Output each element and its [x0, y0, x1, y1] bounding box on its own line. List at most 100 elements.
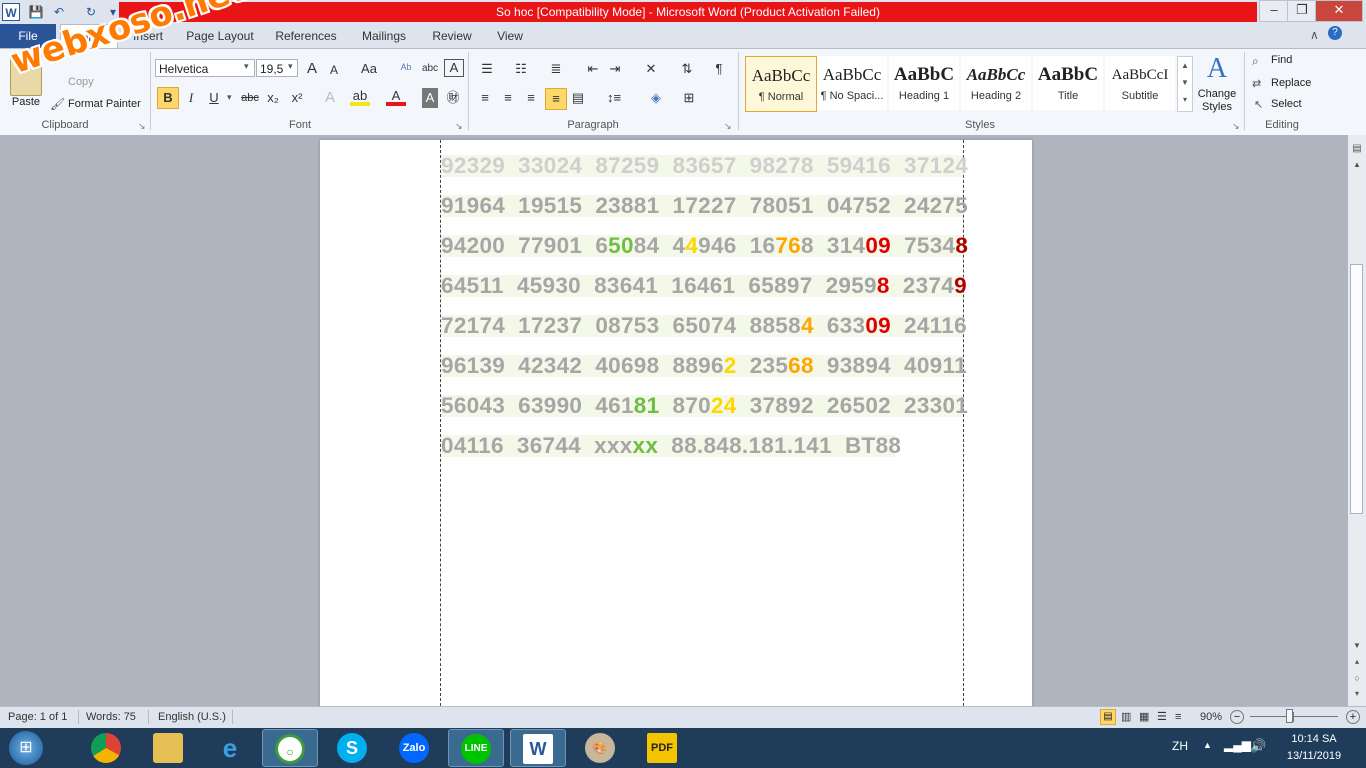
- undo-icon[interactable]: ↶: [50, 3, 68, 21]
- change-styles-icon[interactable]: A: [1199, 54, 1235, 84]
- taskbar-coccoc[interactable]: ○: [262, 729, 318, 767]
- character-shading-icon[interactable]: A: [422, 88, 438, 108]
- number-row[interactable]: 92329 33024 87259 83657 98278 59416 3712…: [441, 146, 968, 186]
- number-row[interactable]: 56043 63990 46181 87024 37892 26502 2330…: [441, 386, 968, 426]
- shrink-font-icon[interactable]: A: [325, 60, 343, 80]
- bold-button[interactable]: B: [157, 87, 179, 109]
- restore-button[interactable]: ❐: [1287, 0, 1317, 22]
- zoom-out-icon[interactable]: −: [1230, 710, 1244, 724]
- browse-object-icon[interactable]: ○: [1350, 673, 1364, 683]
- taskbar-line[interactable]: LINE: [448, 729, 504, 767]
- strikethrough-button[interactable]: abc: [239, 88, 261, 108]
- font-launcher-icon[interactable]: ↘: [455, 121, 463, 132]
- zoom-in-icon[interactable]: +: [1346, 710, 1360, 724]
- format-painter-button[interactable]: Format Painter: [68, 98, 141, 110]
- highlight-icon[interactable]: ab: [350, 86, 370, 106]
- style-no-spacing[interactable]: AaBbCc ¶ No Spaci...: [817, 56, 887, 110]
- ruler-toggle-icon[interactable]: ▤: [1350, 143, 1364, 157]
- decrease-indent-icon[interactable]: ⇤: [584, 59, 602, 79]
- distributed-icon[interactable]: ▤: [569, 88, 587, 108]
- styles-scroll-icon[interactable]: ▲ ▼ ▾: [1177, 56, 1193, 112]
- previous-page-icon[interactable]: ▴: [1350, 657, 1364, 666]
- show-hidden-icons-icon[interactable]: ▲: [1203, 740, 1212, 750]
- number-row[interactable]: 96139 42342 40698 88962 23568 93894 4091…: [441, 346, 967, 386]
- taskbar-word[interactable]: W: [510, 729, 566, 767]
- clear-formatting-icon[interactable]: ᴬᵇ: [396, 59, 416, 79]
- increase-indent-icon[interactable]: ⇥: [606, 59, 624, 79]
- number-row[interactable]: 94200 77901 65084 44946 16768 31409 7534…: [441, 226, 968, 266]
- zoom-level[interactable]: 90%: [1200, 706, 1222, 728]
- minimize-ribbon-icon[interactable]: ∧: [1310, 28, 1319, 42]
- tab-review[interactable]: Review: [426, 24, 478, 48]
- italic-button[interactable]: I: [182, 88, 200, 108]
- align-center-icon[interactable]: ≡: [499, 88, 517, 108]
- word-count[interactable]: Words: 75: [86, 706, 136, 728]
- bullets-icon[interactable]: ☰: [476, 59, 498, 79]
- language-indicator[interactable]: English (U.S.): [158, 706, 226, 728]
- styles-launcher-icon[interactable]: ↘: [1232, 121, 1240, 132]
- taskbar-chrome-beta[interactable]: [78, 729, 134, 767]
- select-icon[interactable]: ↖: [1254, 98, 1263, 111]
- draft-view-icon[interactable]: ≡: [1175, 706, 1181, 728]
- sort-icon[interactable]: ⇅: [678, 59, 696, 79]
- select-button[interactable]: Select: [1271, 98, 1302, 110]
- help-icon[interactable]: ?: [1328, 26, 1342, 40]
- taskbar-zalo[interactable]: Zalo: [386, 729, 442, 767]
- start-button[interactable]: ⊞: [4, 729, 48, 767]
- style-normal[interactable]: AaBbCc ¶ Normal: [745, 56, 817, 112]
- full-screen-reading-icon[interactable]: ▥: [1121, 706, 1131, 728]
- zoom-slider-track[interactable]: [1250, 716, 1338, 717]
- replace-icon[interactable]: ⇄: [1252, 77, 1261, 90]
- numbering-icon[interactable]: ☷: [510, 59, 532, 79]
- format-painter-icon[interactable]: 🖌: [50, 97, 65, 111]
- print-layout-icon[interactable]: ▤: [1100, 709, 1116, 725]
- align-left-icon[interactable]: ≡: [476, 88, 494, 108]
- style-subtitle[interactable]: AaBbCcI Subtitle: [1105, 56, 1175, 110]
- save-icon[interactable]: 💾: [27, 3, 45, 21]
- minimize-button[interactable]: –: [1259, 0, 1289, 22]
- volume-icon[interactable]: 🔊: [1250, 738, 1266, 754]
- character-border-icon[interactable]: A: [444, 59, 464, 77]
- underline-button[interactable]: U: [205, 88, 223, 108]
- tab-page-layout[interactable]: Page Layout: [182, 24, 258, 48]
- paste-button[interactable]: Paste: [8, 96, 44, 108]
- asian-layout-icon[interactable]: ✕: [640, 59, 662, 79]
- page-count[interactable]: Page: 1 of 1: [8, 706, 67, 728]
- change-case-icon[interactable]: Aa: [356, 59, 382, 79]
- chevron-down-icon[interactable]: ▾: [244, 61, 249, 72]
- superscript-button[interactable]: x²: [288, 88, 306, 108]
- clipboard-launcher-icon[interactable]: ↘: [138, 121, 146, 132]
- copy-button[interactable]: Copy: [68, 76, 94, 88]
- clock-time[interactable]: 10:14 SA: [1274, 733, 1354, 745]
- style-heading-2[interactable]: AaBbCc Heading 2: [961, 56, 1031, 110]
- taskbar-paint[interactable]: 🎨: [572, 729, 628, 767]
- web-layout-icon[interactable]: ▦: [1139, 706, 1149, 728]
- replace-button[interactable]: Replace: [1271, 77, 1311, 89]
- number-row[interactable]: 72174 17237 08753 65074 88584 63309 2411…: [441, 306, 967, 346]
- scroll-thumb[interactable]: [1350, 264, 1363, 514]
- scroll-up-icon[interactable]: ▲: [1350, 160, 1364, 169]
- clock-date[interactable]: 13/11/2019: [1274, 750, 1354, 762]
- chevron-down-icon[interactable]: ▾: [227, 92, 232, 103]
- subscript-button[interactable]: x₂: [264, 88, 282, 108]
- style-heading-1[interactable]: AaBbC Heading 1: [889, 56, 959, 110]
- taskbar-pdf[interactable]: PDF: [634, 729, 690, 767]
- network-icon[interactable]: ▂▄▆: [1224, 738, 1251, 752]
- font-family-select[interactable]: Helvetica: [155, 59, 255, 77]
- close-button[interactable]: ✕: [1315, 0, 1363, 22]
- find-icon[interactable]: ⌕: [1252, 54, 1259, 69]
- font-color-icon[interactable]: A: [386, 86, 406, 106]
- style-title[interactable]: AaBbC Title: [1033, 56, 1103, 110]
- align-right-icon[interactable]: ≡: [522, 88, 540, 108]
- phonetic-guide-icon[interactable]: abc: [420, 59, 440, 79]
- line-spacing-icon[interactable]: ↕≡: [602, 88, 626, 108]
- tab-mailings[interactable]: Mailings: [354, 24, 414, 48]
- zoom-slider-thumb[interactable]: [1285, 709, 1293, 723]
- scroll-down-icon[interactable]: ▼: [1350, 641, 1364, 650]
- outline-view-icon[interactable]: ☰: [1157, 706, 1167, 728]
- chevron-down-icon[interactable]: ▾: [288, 61, 293, 72]
- taskbar-internet-explorer[interactable]: e: [202, 729, 258, 767]
- word-app-icon[interactable]: W: [2, 3, 20, 21]
- show-formatting-icon[interactable]: ¶: [710, 59, 728, 79]
- number-row[interactable]: 64511 45930 83641 16461 65897 29598 2374…: [441, 266, 967, 306]
